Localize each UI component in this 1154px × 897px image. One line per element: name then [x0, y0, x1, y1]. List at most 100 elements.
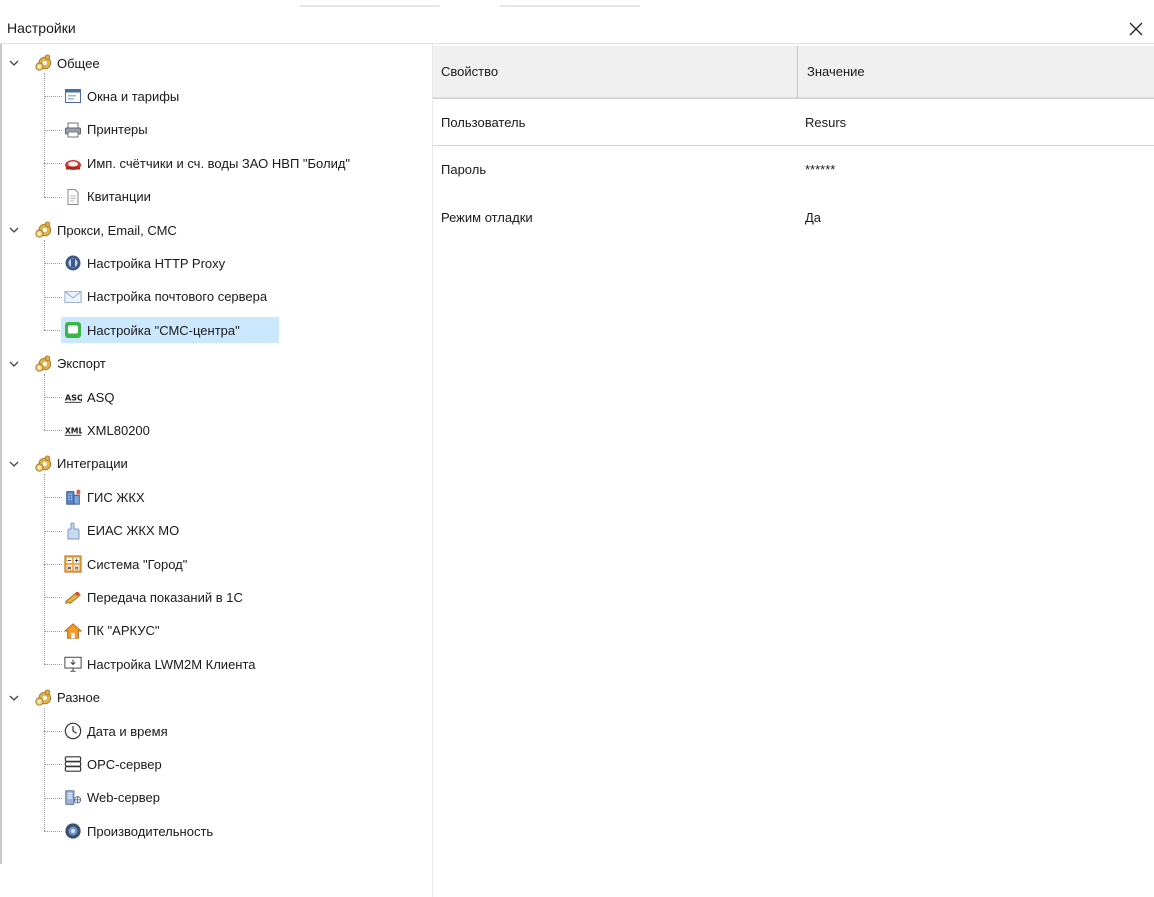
tree-connector-line	[44, 196, 62, 198]
close-button[interactable]	[1118, 14, 1154, 44]
grid-header: Свойство Значение	[433, 46, 1154, 98]
xml-icon: XML	[64, 421, 82, 439]
tree-item-label: Настройка "СМС-центра"	[87, 322, 240, 338]
asq-icon: ASQ	[64, 388, 82, 406]
tree-group[interactable]: Прокси, Email, СМС	[34, 218, 177, 242]
server-icon	[64, 755, 82, 773]
property-name: Режим отладки	[441, 210, 533, 225]
tree-item[interactable]: ЕИАС ЖКХ МО	[64, 519, 179, 543]
tree-item[interactable]: Настройка HTTP Proxy	[64, 251, 225, 275]
tree-item-label: ЕИАС ЖКХ МО	[87, 523, 180, 539]
tree-item-label: OPC-сервер	[87, 756, 162, 772]
tree-connector-line	[44, 831, 62, 833]
expand-chevron-icon[interactable]	[8, 224, 20, 236]
expand-chevron-icon[interactable]	[8, 358, 20, 370]
tree-item[interactable]: Окна и тарифы	[64, 84, 179, 108]
monitor-icon	[64, 655, 82, 673]
tree-item[interactable]: Квитанции	[64, 185, 151, 209]
tree-item-label: XML80200	[87, 422, 150, 438]
calculator-icon	[64, 555, 82, 573]
tree-connector-line	[44, 263, 62, 265]
tree-connector-line	[44, 96, 62, 98]
window-icon	[64, 87, 82, 105]
tree-connector-line	[44, 707, 45, 832]
tree-group-label: Экспорт	[57, 356, 106, 372]
expand-chevron-icon[interactable]	[8, 458, 20, 470]
tree-item-label: Производительность	[87, 823, 214, 839]
tree-item[interactable]: ПК "АРКУС"	[64, 619, 159, 643]
tree-item[interactable]: OPC-сервер	[64, 752, 162, 776]
hand-icon	[64, 522, 82, 540]
performance-icon	[64, 822, 82, 840]
tree-item-label: ПК "АРКУС"	[87, 623, 160, 639]
svg-text:XML: XML	[65, 427, 82, 436]
top-strip	[0, 0, 1154, 10]
tree-connector-line	[44, 73, 45, 197]
gears-icon	[34, 455, 52, 473]
expand-chevron-icon[interactable]	[8, 692, 20, 704]
receipt-icon	[64, 188, 82, 206]
gears-icon	[34, 689, 52, 707]
tree-group-label: Прокси, Email, СМС	[57, 222, 177, 238]
gears-icon	[34, 355, 52, 373]
house-icon	[64, 622, 82, 640]
tree-item[interactable]: XML XML80200	[64, 418, 150, 442]
tree-group[interactable]: Экспорт	[34, 352, 106, 376]
tree-item-label: Принтеры	[87, 122, 148, 138]
property-value[interactable]: Да	[805, 210, 821, 225]
tree-connector-line	[44, 764, 62, 766]
tree-item[interactable]: Настройка почтового сервера	[64, 285, 267, 309]
window-title: Настройки	[7, 20, 76, 36]
tree-item[interactable]: Передача показаний в 1С	[64, 585, 243, 609]
tree-group[interactable]: Общее	[34, 51, 100, 75]
tree-item-label: Передача показаний в 1С	[87, 589, 243, 605]
property-value[interactable]: Resurs	[805, 115, 846, 130]
tree-item-label: Имп. счётчики и сч. воды ЗАО НВП "Болид"	[87, 155, 351, 171]
tree-item[interactable]: Производительность	[64, 819, 213, 843]
tree-item[interactable]: Система "Город"	[64, 552, 187, 576]
tree-group-label: Общее	[57, 55, 100, 71]
transfer-icon	[64, 588, 82, 606]
tree-item[interactable]: Принтеры	[64, 118, 148, 142]
gears-icon	[34, 54, 52, 72]
building-icon	[64, 488, 82, 506]
tree-connector-line	[44, 564, 62, 565]
tree-group[interactable]: Разное	[34, 686, 100, 710]
tree-group[interactable]: Интеграции	[34, 452, 128, 476]
tree-connector-line	[44, 397, 62, 398]
tree-group-label: Интеграции	[57, 456, 128, 472]
tree-connector-line	[44, 430, 62, 432]
expand-chevron-icon[interactable]	[8, 57, 20, 69]
tree-connector-line	[44, 240, 45, 331]
tree-item[interactable]: ASQ ASQ	[64, 385, 114, 409]
tree-item[interactable]: Имп. счётчики и сч. воды ЗАО НВП "Болид"	[64, 151, 350, 175]
tree-item-label: Квитанции	[87, 189, 151, 205]
grid-row-user[interactable]: Пользователь Resurs	[433, 98, 1154, 146]
tree-connector-line	[44, 731, 62, 732]
property-name: Пароль	[441, 162, 487, 177]
tree-connector-line	[44, 373, 45, 431]
grid-row-password[interactable]: Пароль ******	[433, 146, 1154, 194]
svg-text:ASQ: ASQ	[65, 392, 82, 402]
tree-connector-line	[44, 163, 62, 165]
tree-item-label: ГИС ЖКХ	[87, 489, 145, 505]
mail-icon	[64, 288, 82, 306]
tree-item[interactable]: ГИС ЖКХ	[64, 485, 145, 509]
tree-item-label: Система "Город"	[87, 556, 188, 572]
column-header-value[interactable]: Значение	[799, 46, 1154, 98]
tree-item-label: Настройка LWM2M Клиента	[87, 656, 256, 672]
property-name: Пользователь	[441, 115, 526, 130]
tree-item[interactable]: Web-сервер	[64, 786, 160, 810]
tree-connector-line	[44, 296, 62, 298]
settings-tree: Общее Окна и тарифы Принтеры Имп. счётчики …	[2, 44, 432, 897]
column-header-property[interactable]: Свойство	[433, 46, 798, 98]
tree-item-label: Настройка HTTP Proxy	[87, 255, 226, 271]
close-icon	[1129, 22, 1143, 36]
tree-item[interactable]: Настройка "СМС-центра"	[64, 318, 240, 342]
grid-row-debug-mode[interactable]: Режим отладки Да	[433, 194, 1154, 242]
tree-item[interactable]: Дата и время	[64, 719, 168, 743]
property-value[interactable]: ******	[805, 162, 835, 177]
column-header-property-label: Свойство	[441, 64, 499, 79]
tree-item[interactable]: Настройка LWM2M Клиента	[64, 652, 256, 676]
tree-connector-line	[44, 664, 62, 666]
